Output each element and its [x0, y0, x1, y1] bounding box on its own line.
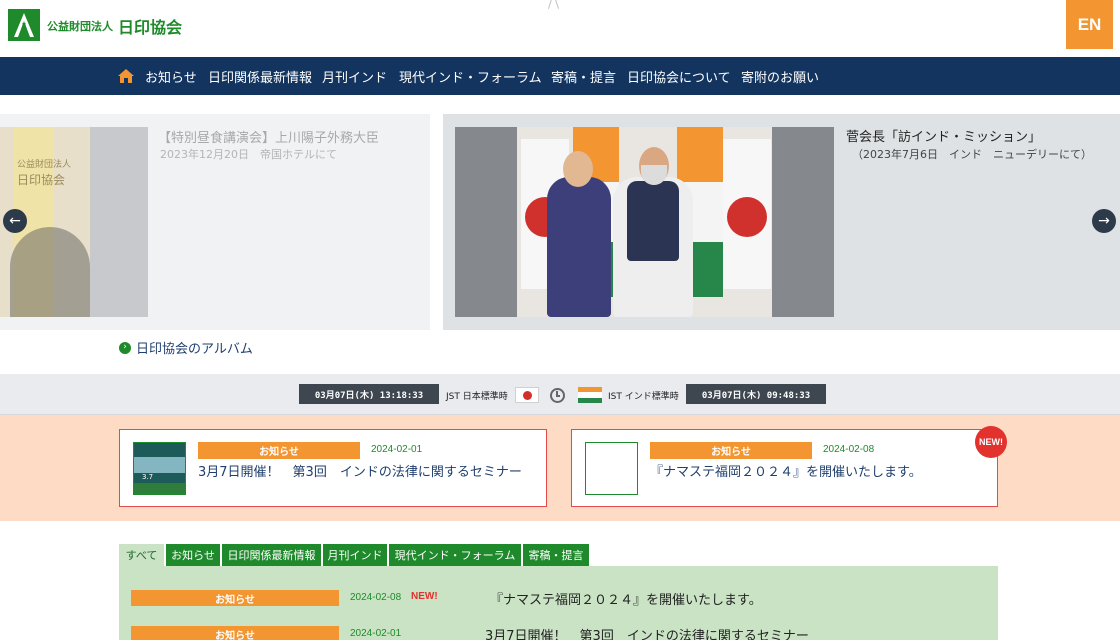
slide-current-subtitle: （2023年7月6日 インド ニューデリーにて）	[852, 148, 1092, 161]
category-badge: お知らせ	[131, 590, 339, 606]
list-item-date: 2024-02-08	[350, 592, 402, 603]
album-link-label[interactable]: 日印協会のアルバム	[136, 338, 253, 357]
list-item[interactable]: お知らせ 2024-02-08 NEW! 『ナマステ福岡２０２４』を開催いたしま…	[131, 588, 991, 608]
thumb-number: 3.7	[142, 473, 154, 481]
news-list: お知らせ 2024-02-08 NEW! 『ナマステ福岡２０２４』を開催いたしま…	[119, 566, 998, 640]
arrow-right-icon[interactable]: →	[1092, 209, 1116, 233]
japan-flag-icon	[515, 387, 539, 403]
org-name[interactable]: 日印協会	[118, 14, 182, 38]
slide-previous-title[interactable]: 【特別昼食講演会】上川陽子外務大臣	[158, 127, 379, 146]
slide-previous-subtitle: 2023年12月20日 帝国ホテルにて	[160, 148, 337, 161]
nav-item-contrib[interactable]: 寄稿・提言	[551, 67, 616, 86]
tab-news[interactable]: お知らせ	[166, 544, 220, 566]
ist-time: 03月07日(木) 09:48:33	[686, 384, 826, 404]
tab-forum[interactable]: 現代インド・フォーラム	[389, 544, 521, 566]
clock-icon	[550, 388, 565, 403]
list-item-date: 2024-02-01	[350, 628, 402, 639]
tab-monthly[interactable]: 月刊インド	[323, 544, 387, 566]
category-badge: お知らせ	[650, 442, 812, 459]
featured-card-thumb[interactable]: 3.7	[133, 442, 186, 495]
org-prefix[interactable]: 公益財団法人	[47, 18, 113, 34]
featured-card-thumb[interactable]	[585, 442, 638, 495]
featured-band: 3.7 お知らせ 2024-02-01 3月7日開催！ 第3回 インドの法律に関…	[0, 415, 1120, 521]
new-badge: NEW!	[975, 426, 1007, 458]
main-nav: お知らせ 日印関係最新情報 月刊インド 現代インド・フォーラム 寄稿・提言 日印…	[0, 57, 1120, 95]
nav-item-forum[interactable]: 現代インド・フォーラム	[399, 67, 542, 86]
slide-previous[interactable]: 公益財団法人 日印協会 【特別昼食講演会】上川陽子外務大臣 2023年12月20…	[0, 114, 430, 330]
featured-card[interactable]: お知らせ 2024-02-08 『ナマステ福岡２０２４』を開催いたします。	[571, 429, 998, 507]
tab-contrib[interactable]: 寄稿・提言	[523, 544, 589, 566]
list-item-title[interactable]: 『ナマステ福岡２０２４』を開催いたします。	[490, 589, 762, 608]
arrow-left-icon[interactable]: ←	[3, 209, 27, 233]
photo-slider: 公益財団法人 日印協会 【特別昼食講演会】上川陽子外務大臣 2023年12月20…	[0, 114, 1120, 330]
list-item-title[interactable]: 3月7日開催！ 第3回 インドの法律に関するセミナー	[485, 625, 809, 640]
jst-time: 03月07日(木) 13:18:33	[299, 384, 439, 404]
slide-current[interactable]: 菅会長「訪インド・ミッション」 （2023年7月6日 インド ニューデリーにて）	[443, 114, 1120, 330]
decorative-mark-icon: / \	[548, 0, 559, 11]
english-button[interactable]: EN	[1066, 0, 1113, 49]
album-link[interactable]: › 日印協会のアルバム	[119, 338, 253, 357]
circle-arrow-icon: ›	[119, 341, 131, 354]
category-badge: お知らせ	[131, 626, 339, 640]
nav-item-donate[interactable]: 寄附のお願い	[741, 67, 819, 86]
category-badge: お知らせ	[198, 442, 360, 459]
nav-item-about[interactable]: 日印協会について	[627, 67, 731, 86]
home-icon[interactable]	[118, 69, 134, 83]
thumb-text-small: 公益財団法人	[17, 160, 72, 170]
list-item-new: NEW!	[411, 591, 438, 602]
ist-label: IST インド標準時	[608, 392, 679, 402]
tab-relations[interactable]: 日印関係最新情報	[222, 544, 321, 566]
thumb-text-big: 日印協会	[17, 173, 66, 187]
featured-card[interactable]: 3.7 お知らせ 2024-02-01 3月7日開催！ 第3回 インドの法律に関…	[119, 429, 547, 507]
featured-date: 2024-02-01	[371, 444, 423, 455]
logo-icon[interactable]	[8, 9, 40, 41]
india-flag-icon	[578, 387, 602, 403]
nav-item-monthly[interactable]: 月刊インド	[322, 67, 387, 86]
clock-bar: 03月07日(木) 13:18:33 JST 日本標準時 IST インド標準時 …	[0, 374, 1120, 415]
nav-item-news[interactable]: お知らせ	[145, 67, 197, 86]
tab-all[interactable]: すべて	[119, 544, 164, 566]
nav-item-relations[interactable]: 日印関係最新情報	[208, 67, 312, 86]
featured-date: 2024-02-08	[823, 444, 875, 455]
featured-title[interactable]: 『ナマステ福岡２０２４』を開催いたします。	[650, 461, 922, 480]
jst-label: JST 日本標準時	[446, 392, 508, 402]
site-header: 公益財団法人 日印協会 / \ EN	[0, 0, 1120, 57]
list-item[interactable]: お知らせ 2024-02-01 3月7日開催！ 第3回 インドの法律に関するセミ…	[131, 624, 991, 640]
featured-title[interactable]: 3月7日開催！ 第3回 インドの法律に関するセミナー	[198, 461, 522, 480]
slide-current-image[interactable]	[455, 127, 834, 317]
slide-current-title[interactable]: 菅会長「訪インド・ミッション」	[846, 126, 1041, 145]
